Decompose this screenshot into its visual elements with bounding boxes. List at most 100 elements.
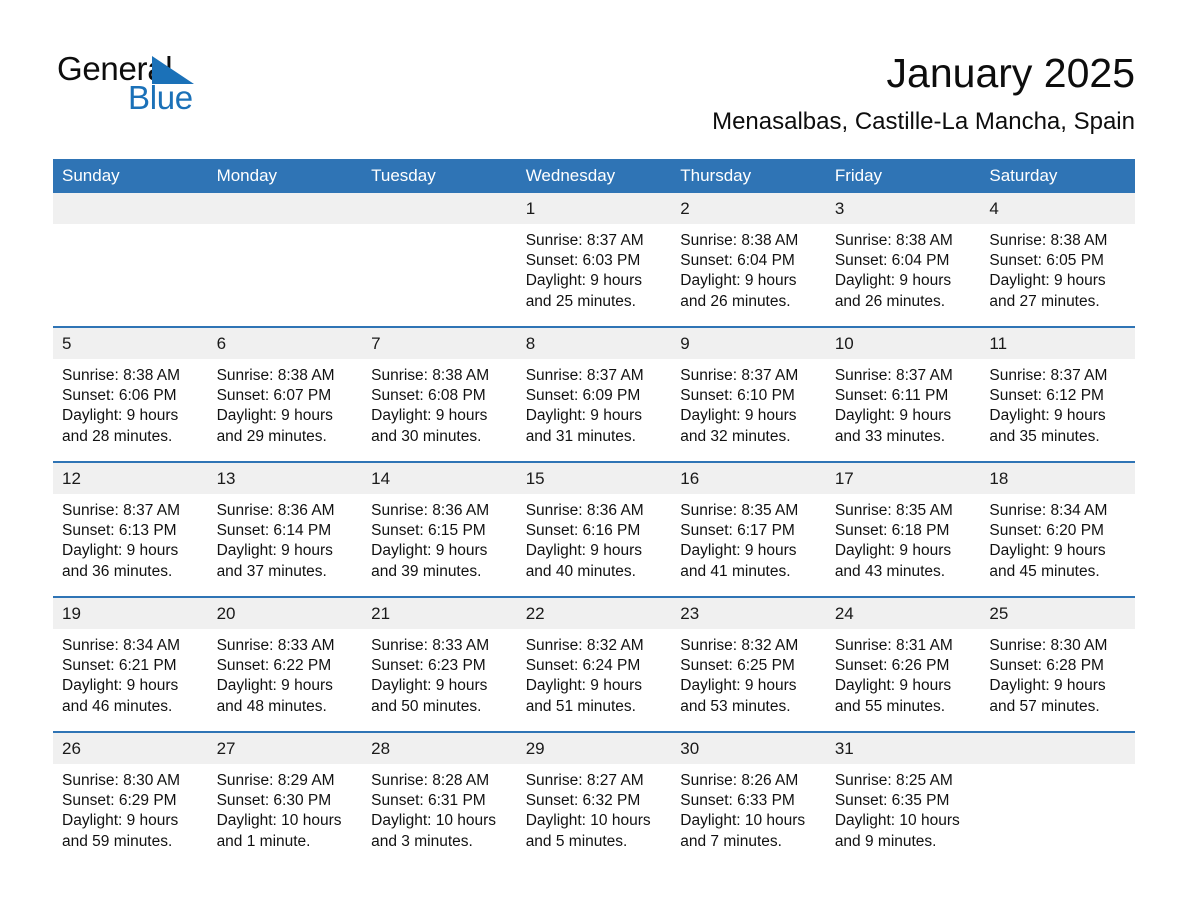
day-number: 29 bbox=[516, 733, 672, 764]
calendar-day-cell[interactable]: 11 Sunrise: 8:37 AM Sunset: 6:12 PM Dayligh… bbox=[980, 326, 1135, 462]
daylight-text: Daylight: 9 hours and 25 minutes. bbox=[525, 272, 642, 310]
calendar-day-cell[interactable]: 25 Sunrise: 8:30 AM Sunset: 6:28 PM Dayligh… bbox=[980, 596, 1135, 732]
day-number: 12 bbox=[53, 463, 208, 494]
day-number: 23 bbox=[671, 598, 826, 629]
sunrise-text: Sunrise: 8:37 AM bbox=[834, 367, 953, 384]
calendar-day-cell[interactable]: 24 Sunrise: 8:31 AM Sunset: 6:26 PM Dayligh… bbox=[825, 596, 981, 732]
calendar-day-cell[interactable]: 1 Sunrise: 8:37 AM Sunset: 6:03 PM Daylight… bbox=[516, 193, 672, 327]
day-details: Sunrise: 8:34 AM Sunset: 6:20 PM Daylight:… bbox=[980, 494, 1135, 582]
sunset-text: Sunset: 6:25 PM bbox=[680, 657, 795, 675]
page-title: January 2025 bbox=[886, 50, 1135, 96]
sunrise-text: Sunrise: 8:37 AM bbox=[62, 502, 181, 519]
day-details: Sunrise: 8:31 AM Sunset: 6:26 PM Daylight:… bbox=[826, 629, 981, 717]
calendar-day-cell[interactable]: 30 Sunrise: 8:26 AM Sunset: 6:33 PM Dayligh… bbox=[671, 731, 826, 866]
day-number: 16 bbox=[671, 463, 826, 494]
calendar-day-cell-empty bbox=[980, 731, 1135, 866]
day-number: 11 bbox=[980, 328, 1135, 359]
sunset-text: Sunset: 6:29 PM bbox=[62, 792, 177, 810]
sunset-text: Sunset: 6:30 PM bbox=[216, 792, 332, 810]
day-number: 13 bbox=[207, 463, 363, 494]
calendar-day-cell[interactable]: 4 Sunrise: 8:38 AM Sunset: 6:05 PM Daylight… bbox=[980, 193, 1135, 327]
day-details: Sunrise: 8:37 AM Sunset: 6:10 PM Daylight:… bbox=[671, 359, 826, 447]
daylight-text: Daylight: 9 hours and 55 minutes. bbox=[834, 677, 952, 715]
day-number bbox=[53, 193, 208, 224]
calendar-day-cell[interactable]: 18 Sunrise: 8:34 AM Sunset: 6:20 PM Dayligh… bbox=[980, 461, 1135, 597]
sunrise-text: Sunrise: 8:25 AM bbox=[834, 772, 953, 789]
calendar-day-cell[interactable]: 20 Sunrise: 8:33 AM Sunset: 6:22 PM Dayligh… bbox=[207, 596, 363, 732]
sunset-text: Sunset: 6:04 PM bbox=[680, 252, 795, 270]
calendar-day-cell-empty bbox=[207, 193, 363, 327]
calendar-day-cell[interactable]: 29 Sunrise: 8:27 AM Sunset: 6:32 PM Dayligh… bbox=[516, 731, 672, 866]
day-details: Sunrise: 8:33 AM Sunset: 6:22 PM Daylight:… bbox=[208, 629, 363, 717]
day-details: Sunrise: 8:37 AM Sunset: 6:12 PM Daylight:… bbox=[980, 359, 1135, 447]
calendar-day-cell[interactable]: 26 Sunrise: 8:30 AM Sunset: 6:29 PM Dayligh… bbox=[53, 731, 208, 866]
calendar-day-cell[interactable]: 15 Sunrise: 8:36 AM Sunset: 6:16 PM Dayligh… bbox=[516, 461, 672, 597]
calendar-day-cell[interactable]: 13 Sunrise: 8:36 AM Sunset: 6:14 PM Dayligh… bbox=[207, 461, 363, 597]
day-details: Sunrise: 8:30 AM Sunset: 6:29 PM Daylight:… bbox=[53, 764, 208, 852]
sunset-text: Sunset: 6:17 PM bbox=[680, 522, 795, 540]
day-details: Sunrise: 8:25 AM Sunset: 6:35 PM Daylight:… bbox=[826, 764, 981, 852]
sunset-text: Sunset: 6:08 PM bbox=[371, 387, 486, 405]
calendar-day-cell[interactable]: 27 Sunrise: 8:29 AM Sunset: 6:30 PM Dayligh… bbox=[207, 731, 363, 866]
calendar-grid: Sunday Monday Tuesday Wednesday Thursday… bbox=[53, 159, 1135, 866]
day-number: 9 bbox=[671, 328, 826, 359]
weekday-header-thursday: Thursday bbox=[671, 159, 826, 193]
calendar-day-cell[interactable]: 22 Sunrise: 8:32 AM Sunset: 6:24 PM Dayligh… bbox=[516, 596, 672, 732]
sunrise-text: Sunrise: 8:38 AM bbox=[371, 367, 490, 384]
day-number: 3 bbox=[825, 193, 981, 224]
calendar-header-row: Sunday Monday Tuesday Wednesday Thursday… bbox=[53, 159, 1135, 193]
calendar-day-cell[interactable]: 23 Sunrise: 8:32 AM Sunset: 6:25 PM Dayligh… bbox=[671, 596, 826, 732]
sunset-text: Sunset: 6:28 PM bbox=[989, 657, 1104, 675]
calendar-day-cell[interactable]: 21 Sunrise: 8:33 AM Sunset: 6:23 PM Dayligh… bbox=[362, 596, 517, 732]
day-details: Sunrise: 8:27 AM Sunset: 6:32 PM Daylight:… bbox=[517, 764, 672, 852]
sunset-text: Sunset: 6:11 PM bbox=[834, 387, 949, 405]
sunset-text: Sunset: 6:18 PM bbox=[834, 522, 950, 540]
sunset-text: Sunset: 6:09 PM bbox=[525, 387, 641, 405]
calendar-day-cell[interactable]: 31 Sunrise: 8:25 AM Sunset: 6:35 PM Dayligh… bbox=[825, 731, 981, 866]
sunset-text: Sunset: 6:06 PM bbox=[62, 387, 177, 405]
day-number: 28 bbox=[362, 733, 517, 764]
calendar-day-cell-empty bbox=[362, 193, 517, 327]
day-number: 17 bbox=[825, 463, 981, 494]
day-details: Sunrise: 8:36 AM Sunset: 6:16 PM Daylight:… bbox=[517, 494, 672, 582]
sunrise-text: Sunrise: 8:38 AM bbox=[989, 232, 1108, 249]
general-blue-logo[interactable]: General Blue bbox=[57, 50, 357, 120]
daylight-text: Daylight: 9 hours and 32 minutes. bbox=[680, 407, 797, 445]
sunrise-text: Sunrise: 8:30 AM bbox=[989, 637, 1108, 654]
sunrise-text: Sunrise: 8:36 AM bbox=[525, 502, 644, 519]
sunrise-text: Sunrise: 8:38 AM bbox=[680, 232, 799, 249]
sunrise-text: Sunrise: 8:32 AM bbox=[680, 637, 799, 654]
daylight-text: Daylight: 9 hours and 37 minutes. bbox=[216, 542, 333, 580]
day-number bbox=[207, 193, 363, 224]
day-details: Sunrise: 8:26 AM Sunset: 6:33 PM Daylight:… bbox=[671, 764, 826, 852]
sunset-text: Sunset: 6:07 PM bbox=[216, 387, 332, 405]
day-details: Sunrise: 8:37 AM Sunset: 6:11 PM Daylight:… bbox=[826, 359, 981, 447]
calendar-day-cell[interactable]: 6 Sunrise: 8:38 AM Sunset: 6:07 PM Daylight… bbox=[207, 326, 363, 462]
calendar-day-cell[interactable]: 9 Sunrise: 8:37 AM Sunset: 6:10 PM Daylight… bbox=[671, 326, 826, 462]
day-details: Sunrise: 8:38 AM Sunset: 6:04 PM Daylight:… bbox=[826, 224, 981, 312]
daylight-text: Daylight: 9 hours and 33 minutes. bbox=[834, 407, 952, 445]
calendar-day-cell[interactable]: 10 Sunrise: 8:37 AM Sunset: 6:11 PM Dayligh… bbox=[825, 326, 981, 462]
calendar-day-cell[interactable]: 19 Sunrise: 8:34 AM Sunset: 6:21 PM Dayligh… bbox=[53, 596, 208, 732]
day-details: Sunrise: 8:35 AM Sunset: 6:18 PM Daylight:… bbox=[826, 494, 981, 582]
day-details: Sunrise: 8:34 AM Sunset: 6:21 PM Daylight:… bbox=[53, 629, 208, 717]
day-number: 2 bbox=[671, 193, 826, 224]
calendar-day-cell[interactable]: 16 Sunrise: 8:35 AM Sunset: 6:17 PM Dayligh… bbox=[671, 461, 826, 597]
calendar-day-cell[interactable]: 14 Sunrise: 8:36 AM Sunset: 6:15 PM Dayligh… bbox=[362, 461, 517, 597]
daylight-text: Daylight: 9 hours and 35 minutes. bbox=[989, 407, 1106, 445]
daylight-text: Daylight: 9 hours and 41 minutes. bbox=[680, 542, 797, 580]
weekday-header-monday: Monday bbox=[207, 159, 363, 193]
day-number bbox=[980, 733, 1135, 764]
calendar-day-cell[interactable]: 12 Sunrise: 8:37 AM Sunset: 6:13 PM Dayligh… bbox=[53, 461, 208, 597]
calendar-day-cell[interactable]: 3 Sunrise: 8:38 AM Sunset: 6:04 PM Daylight… bbox=[825, 193, 981, 327]
calendar-day-cell[interactable]: 28 Sunrise: 8:28 AM Sunset: 6:31 PM Dayligh… bbox=[362, 731, 517, 866]
sunset-text: Sunset: 6:24 PM bbox=[525, 657, 641, 675]
calendar-day-cell[interactable]: 7 Sunrise: 8:38 AM Sunset: 6:08 PM Daylight… bbox=[362, 326, 517, 462]
sunrise-text: Sunrise: 8:27 AM bbox=[525, 772, 644, 789]
weekday-header-friday: Friday bbox=[825, 159, 981, 193]
calendar-day-cell[interactable]: 2 Sunrise: 8:38 AM Sunset: 6:04 PM Daylight… bbox=[671, 193, 826, 327]
calendar-day-cell[interactable]: 5 Sunrise: 8:38 AM Sunset: 6:06 PM Daylight… bbox=[53, 326, 208, 462]
calendar-day-cell[interactable]: 17 Sunrise: 8:35 AM Sunset: 6:18 PM Dayligh… bbox=[825, 461, 981, 597]
day-number: 15 bbox=[516, 463, 672, 494]
calendar-day-cell[interactable]: 8 Sunrise: 8:37 AM Sunset: 6:09 PM Daylight… bbox=[516, 326, 672, 462]
